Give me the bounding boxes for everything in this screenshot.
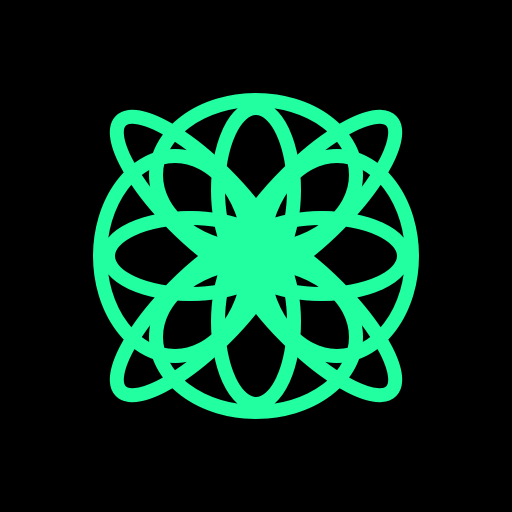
- floral-knot-logo-icon: [93, 93, 419, 419]
- app-icon-canvas: [0, 0, 512, 512]
